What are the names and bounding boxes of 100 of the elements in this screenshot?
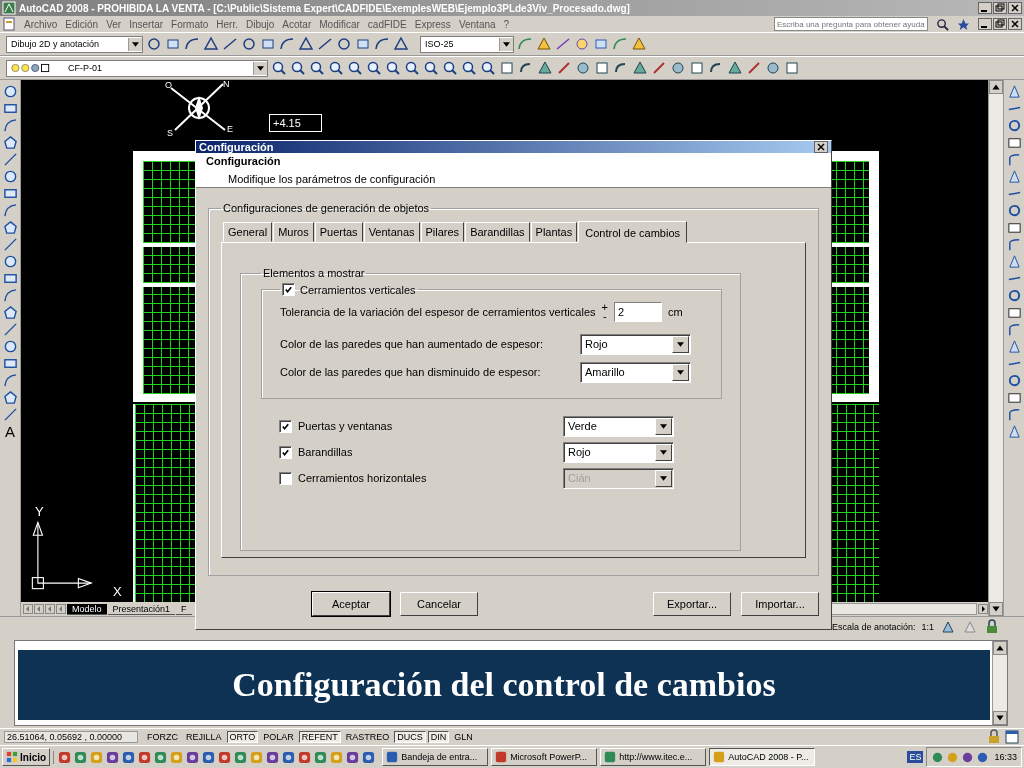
arc-icon[interactable] — [1006, 152, 1022, 167]
tab[interactable]: Plantas — [530, 222, 578, 242]
close-icon[interactable] — [1008, 2, 1022, 14]
square-icon[interactable] — [2, 356, 18, 371]
tray-icon[interactable] — [976, 750, 990, 764]
star-icon[interactable] — [957, 17, 970, 31]
menu-item[interactable]: Ver — [106, 18, 122, 30]
zoom-icon[interactable] — [290, 60, 306, 76]
zoom-icon[interactable] — [461, 60, 477, 76]
vertical-scrollbar[interactable] — [988, 80, 1003, 616]
close-icon[interactable] — [1008, 18, 1022, 30]
menu-item[interactable]: Archivo — [24, 18, 58, 30]
checkbox[interactable] — [279, 419, 292, 433]
square-icon[interactable] — [2, 101, 18, 116]
zoom-icon[interactable] — [480, 60, 496, 76]
app-icon[interactable] — [154, 750, 168, 764]
status-toggle[interactable]: GLN — [451, 731, 476, 743]
window-icon[interactable] — [1004, 729, 1020, 745]
text-tool[interactable]: A — [5, 424, 15, 440]
circle-icon[interactable] — [146, 36, 162, 52]
close-icon[interactable] — [814, 141, 828, 153]
layout-tab[interactable]: Modelo — [67, 603, 107, 615]
arc-icon[interactable] — [2, 373, 18, 388]
app-icon[interactable] — [122, 750, 136, 764]
taskbar-button[interactable]: AutoCAD 2008 - P... — [709, 748, 816, 766]
restore-icon[interactable] — [993, 18, 1007, 30]
app-icon[interactable] — [74, 750, 88, 764]
line-icon[interactable] — [2, 152, 18, 167]
status-toggle[interactable]: DUCS — [394, 731, 426, 743]
tray-icon[interactable] — [961, 750, 975, 764]
square-icon[interactable] — [594, 60, 610, 76]
menu-item[interactable]: Modificar — [319, 18, 360, 30]
scroll-right-icon[interactable] — [978, 604, 988, 614]
zoom-icon[interactable] — [442, 60, 458, 76]
app-icon[interactable] — [266, 750, 280, 764]
dialog-button[interactable]: Aceptar — [312, 592, 390, 616]
annotation-icon[interactable] — [940, 619, 956, 635]
circle-icon[interactable] — [1006, 203, 1022, 218]
circle-icon[interactable] — [2, 169, 18, 184]
circle-icon[interactable] — [1006, 118, 1022, 133]
status-toggle[interactable]: REFENT — [298, 731, 341, 743]
tab-scroll-icon[interactable] — [34, 604, 44, 614]
dialog-button[interactable]: Cancelar — [400, 592, 478, 616]
square-icon[interactable] — [2, 271, 18, 286]
app-icon[interactable] — [346, 750, 360, 764]
app-icon[interactable] — [186, 750, 200, 764]
status-toggle[interactable]: DIN — [427, 731, 450, 743]
zoom-icon[interactable] — [271, 60, 287, 76]
tab-scroll-icon[interactable] — [45, 604, 55, 614]
line-icon[interactable] — [317, 36, 333, 52]
app-icon[interactable] — [314, 750, 328, 764]
arc-icon[interactable] — [1006, 407, 1022, 422]
line-icon[interactable] — [651, 60, 667, 76]
arc-icon[interactable] — [2, 203, 18, 218]
zoom-icon[interactable] — [366, 60, 382, 76]
arc-icon[interactable] — [2, 288, 18, 303]
lock-icon[interactable] — [984, 619, 1000, 635]
workspace-dropdown[interactable]: Dibujo 2D y anotación — [6, 35, 143, 53]
circle-icon[interactable] — [241, 36, 257, 52]
annotation-scale-value[interactable]: 1:1 — [921, 622, 934, 632]
line-icon[interactable] — [746, 60, 762, 76]
dialog-button[interactable]: Importar... — [741, 592, 819, 616]
square-icon[interactable] — [1006, 220, 1022, 235]
minimize-icon[interactable] — [978, 18, 992, 30]
taskbar-button[interactable]: http://www.itec.e... — [600, 748, 707, 766]
app-icon[interactable] — [362, 750, 376, 764]
menu-item[interactable]: Insertar — [129, 18, 164, 30]
line-icon[interactable] — [2, 237, 18, 252]
language-indicator[interactable]: ES — [907, 751, 924, 763]
line-icon[interactable] — [2, 407, 18, 422]
scroll-down-icon[interactable] — [993, 711, 1007, 725]
circle-icon[interactable] — [2, 339, 18, 354]
tab[interactable]: Pilares — [420, 222, 465, 242]
menu-item[interactable]: ? — [503, 18, 510, 30]
menu-item[interactable]: Ventana — [458, 18, 496, 30]
color-dropdown[interactable]: Rojo — [563, 441, 674, 463]
arc-icon[interactable] — [2, 118, 18, 133]
status-toggle[interactable]: POLAR — [260, 731, 297, 743]
checkbox[interactable] — [279, 445, 292, 459]
square-icon[interactable] — [1006, 135, 1022, 150]
app-icon[interactable] — [106, 750, 120, 764]
tray-icon[interactable] — [931, 750, 945, 764]
scroll-up-icon[interactable] — [989, 80, 1003, 94]
zoom-icon[interactable] — [347, 60, 363, 76]
layout-tab[interactable]: F — [176, 603, 192, 615]
app-icon[interactable] — [202, 750, 216, 764]
restore-icon[interactable] — [993, 2, 1007, 14]
status-toggle[interactable]: ORTO — [226, 731, 259, 743]
menu-item[interactable]: Dibujo — [246, 18, 275, 30]
app-icon[interactable] — [218, 750, 232, 764]
square-icon[interactable] — [2, 186, 18, 201]
app-icon[interactable] — [58, 750, 72, 764]
menu-item[interactable]: cadFIDE — [367, 18, 407, 30]
search-icon[interactable] — [936, 17, 949, 31]
dialog-button[interactable]: Exportar... — [653, 592, 731, 616]
circle-icon[interactable] — [336, 36, 352, 52]
zoom-icon[interactable] — [423, 60, 439, 76]
tab-scroll-icon[interactable] — [56, 604, 66, 614]
menu-item[interactable]: Edición — [65, 18, 99, 30]
menu-item[interactable]: Formato — [171, 18, 209, 30]
